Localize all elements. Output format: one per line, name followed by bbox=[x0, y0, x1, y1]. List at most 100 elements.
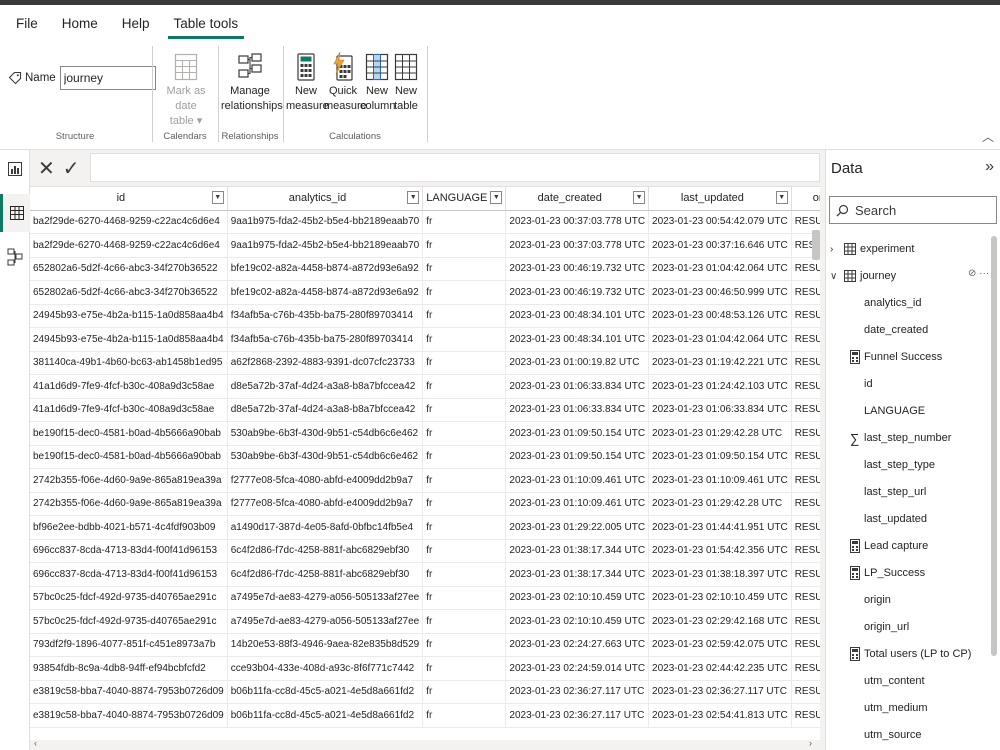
table-cell[interactable]: b06b11fa-cc8d-45c5-a021-4e5d8a661fd2 bbox=[227, 703, 424, 728]
table-cell[interactable]: fr bbox=[422, 656, 507, 681]
table-cell[interactable]: 2023-01-23 01:29:22.005 UTC bbox=[505, 515, 650, 540]
table-cell[interactable]: fr bbox=[422, 539, 507, 563]
table-cell[interactable]: fr bbox=[422, 492, 507, 516]
table-cell[interactable]: ba2f29de-6270-4468-9259-c22ac4c6d6e4 bbox=[30, 210, 228, 234]
table-cell[interactable]: 2023-01-23 01:10:09.461 UTC bbox=[648, 468, 792, 493]
column-header-3[interactable]: date_created ▼ bbox=[505, 187, 650, 211]
table-row[interactable]: 381140ca-49b1-4b60-bc63-ab1458b1ed95 a62f… bbox=[30, 351, 820, 375]
table-cell[interactable]: fr bbox=[422, 703, 507, 728]
table-cell[interactable]: 14b20e53-88f3-4946-9aea-82e835b8d529 bbox=[227, 633, 424, 657]
table-cell[interactable]: 2023-01-23 01:06:33.834 UTC bbox=[505, 374, 650, 399]
model-view-button[interactable] bbox=[0, 238, 30, 276]
table-node-journey[interactable]: ∨ journey bbox=[826, 265, 896, 287]
table-row[interactable]: ba2f29de-6270-4468-9259-c22ac4c6d6e4 9aa1… bbox=[30, 210, 820, 234]
table-cell[interactable]: 530ab9be-6b3f-430d-9b51-c54db6c6e462 bbox=[227, 445, 424, 469]
table-cell[interactable]: fr bbox=[422, 421, 507, 446]
table-cell[interactable]: fr bbox=[422, 351, 507, 375]
data-view-button[interactable] bbox=[0, 194, 30, 232]
table-cell[interactable]: RESULTS_PAGE bbox=[791, 539, 820, 563]
column-filter-dropdown-icon[interactable]: ▼ bbox=[490, 191, 503, 204]
table-row[interactable]: 696cc837-8cda-4713-83d4-f00f41d96153 6c4f… bbox=[30, 562, 820, 587]
table-cell[interactable]: 2023-01-23 01:10:09.461 UTC bbox=[505, 492, 650, 516]
table-cell[interactable]: a7495e7d-ae83-4279-a056-505133af27ee bbox=[227, 609, 424, 634]
scroll-left-icon[interactable]: ‹ bbox=[34, 738, 37, 748]
new-column-button[interactable]: New column bbox=[360, 48, 395, 114]
table-cell[interactable]: RESULTS_PAGE bbox=[791, 492, 820, 516]
field-node[interactable]: Lead capture bbox=[826, 535, 928, 557]
table-cell[interactable]: RESULTS_PAGE bbox=[791, 280, 820, 305]
table-cell[interactable]: 57bc0c25-fdcf-492d-9735-d40765ae291c bbox=[30, 609, 228, 634]
table-cell[interactable]: 2023-01-23 00:46:50.999 UTC bbox=[648, 280, 792, 305]
pane-scrollbar[interactable] bbox=[991, 236, 997, 656]
table-row[interactable]: 2742b355-f06e-4d60-9a9e-865a819ea39a f277… bbox=[30, 468, 820, 493]
table-cell[interactable]: fr bbox=[422, 304, 507, 328]
table-cell[interactable]: 2023-01-23 01:04:42.064 UTC bbox=[648, 327, 792, 352]
table-cell[interactable]: fr bbox=[422, 374, 507, 399]
new-measure-button[interactable]: New measure bbox=[286, 48, 329, 114]
column-filter-dropdown-icon[interactable]: ▼ bbox=[407, 191, 420, 204]
column-header-4[interactable]: last_updated ▼ bbox=[648, 187, 792, 211]
field-node[interactable]: utm_medium bbox=[826, 697, 928, 719]
table-cell[interactable]: RESULTS_PAGE bbox=[791, 586, 820, 610]
report-view-button[interactable] bbox=[0, 150, 30, 188]
chevron-right-icon[interactable]: › bbox=[830, 244, 842, 255]
table-cell[interactable]: 2023-01-23 01:29:42.28 UTC bbox=[648, 492, 792, 516]
more-options-icon[interactable]: ⊘ ··· bbox=[968, 268, 989, 279]
field-node[interactable]: last_updated bbox=[826, 508, 927, 530]
column-header-5[interactable]: origin▼ bbox=[791, 187, 820, 211]
table-cell[interactable]: fr bbox=[422, 609, 507, 634]
table-cell[interactable]: e3819c58-bba7-4040-8874-7953b0726d09 bbox=[30, 703, 228, 728]
table-row[interactable]: 57bc0c25-fdcf-492d-9735-d40765ae291c a749… bbox=[30, 586, 820, 610]
manage-relationships-button[interactable]: Manage relationships bbox=[221, 48, 283, 114]
table-cell[interactable]: 24945b93-e75e-4b2a-b115-1a0d858aa4b4 bbox=[30, 327, 228, 352]
table-cell[interactable]: 2023-01-23 01:54:42.356 UTC bbox=[648, 539, 792, 563]
table-cell[interactable]: 2023-01-23 02:36:27.117 UTC bbox=[505, 680, 650, 704]
table-cell[interactable]: bfe19c02-a82a-4458-b874-a872d93e6a92 bbox=[227, 280, 424, 305]
table-cell[interactable]: 2742b355-f06e-4d60-9a9e-865a819ea39a bbox=[30, 468, 228, 493]
table-row[interactable]: 57bc0c25-fdcf-492d-9735-d40765ae291c a749… bbox=[30, 609, 820, 634]
table-cell[interactable]: 381140ca-49b1-4b60-bc63-ab1458b1ed95 bbox=[30, 351, 228, 375]
table-cell[interactable]: fr bbox=[422, 562, 507, 587]
column-filter-dropdown-icon[interactable]: ▼ bbox=[211, 191, 224, 204]
field-node[interactable]: LANGUAGE bbox=[826, 400, 925, 422]
table-row[interactable]: 41a1d6d9-7fe9-4fcf-b30c-408a9d3c58ae d8e5… bbox=[30, 374, 820, 399]
table-cell[interactable]: 2023-01-23 01:38:17.344 UTC bbox=[505, 562, 650, 587]
table-cell[interactable]: fr bbox=[422, 468, 507, 493]
grid-vertical-scrollbar[interactable] bbox=[812, 230, 820, 260]
table-cell[interactable]: RESULTS_PAGE bbox=[791, 257, 820, 281]
table-cell[interactable]: RESULTS_PAGE bbox=[791, 468, 820, 493]
table-cell[interactable]: RESULTS_PAGE bbox=[791, 421, 820, 446]
table-cell[interactable]: RESULTS_PAGE bbox=[791, 656, 820, 681]
table-cell[interactable]: f2777e08-5fca-4080-abfd-e4009dd2b9a7 bbox=[227, 492, 424, 516]
table-row[interactable]: 93854fdb-8c9a-4db8-94ff-ef94bcbfcfd2 cce9… bbox=[30, 656, 820, 681]
menu-help[interactable]: Help bbox=[110, 7, 162, 40]
table-cell[interactable]: 652802a6-5d2f-4c66-abc3-34f270b36522 bbox=[30, 280, 228, 305]
table-cell[interactable]: fr bbox=[422, 586, 507, 610]
table-cell[interactable]: fr bbox=[422, 398, 507, 422]
table-cell[interactable]: 2023-01-23 00:46:19.732 UTC bbox=[505, 280, 650, 305]
table-cell[interactable]: 2742b355-f06e-4d60-9a9e-865a819ea39a bbox=[30, 492, 228, 516]
table-cell[interactable]: 2023-01-23 02:10:10.459 UTC bbox=[648, 586, 792, 610]
table-cell[interactable]: fr bbox=[422, 280, 507, 305]
table-cell[interactable]: fr bbox=[422, 515, 507, 540]
field-node[interactable]: date_created bbox=[826, 319, 928, 341]
table-cell[interactable]: 2023-01-23 00:48:53.126 UTC bbox=[648, 304, 792, 328]
table-cell[interactable]: fr bbox=[422, 633, 507, 657]
table-cell[interactable]: 2023-01-23 02:24:27.663 UTC bbox=[505, 633, 650, 657]
field-node[interactable]: LP_Success bbox=[826, 562, 925, 584]
table-cell[interactable]: f34afb5a-c76b-435b-ba75-280f89703414 bbox=[227, 304, 424, 328]
table-row[interactable]: 2742b355-f06e-4d60-9a9e-865a819ea39a f277… bbox=[30, 492, 820, 516]
table-cell[interactable]: RESULTS_PAGE bbox=[791, 609, 820, 634]
table-cell[interactable]: 2023-01-23 02:59:42.075 UTC bbox=[648, 633, 792, 657]
table-cell[interactable]: RESULTS_PAGE bbox=[791, 562, 820, 587]
menu-home[interactable]: Home bbox=[50, 7, 110, 40]
cancel-icon[interactable]: ✕ bbox=[38, 156, 55, 181]
field-node[interactable]: ∑ last_step_number bbox=[826, 427, 951, 449]
field-node[interactable]: analytics_id bbox=[826, 292, 921, 314]
table-cell[interactable]: RESULTS_PAGE bbox=[791, 515, 820, 540]
table-cell[interactable]: d8e5a72b-37af-4d24-a3a8-b8a7bfccea42 bbox=[227, 398, 424, 422]
table-node-experiment[interactable]: › experiment bbox=[826, 238, 914, 260]
column-filter-dropdown-icon[interactable]: ▼ bbox=[775, 191, 788, 204]
field-node[interactable]: origin_url bbox=[826, 616, 909, 638]
table-name-input[interactable] bbox=[59, 66, 156, 90]
